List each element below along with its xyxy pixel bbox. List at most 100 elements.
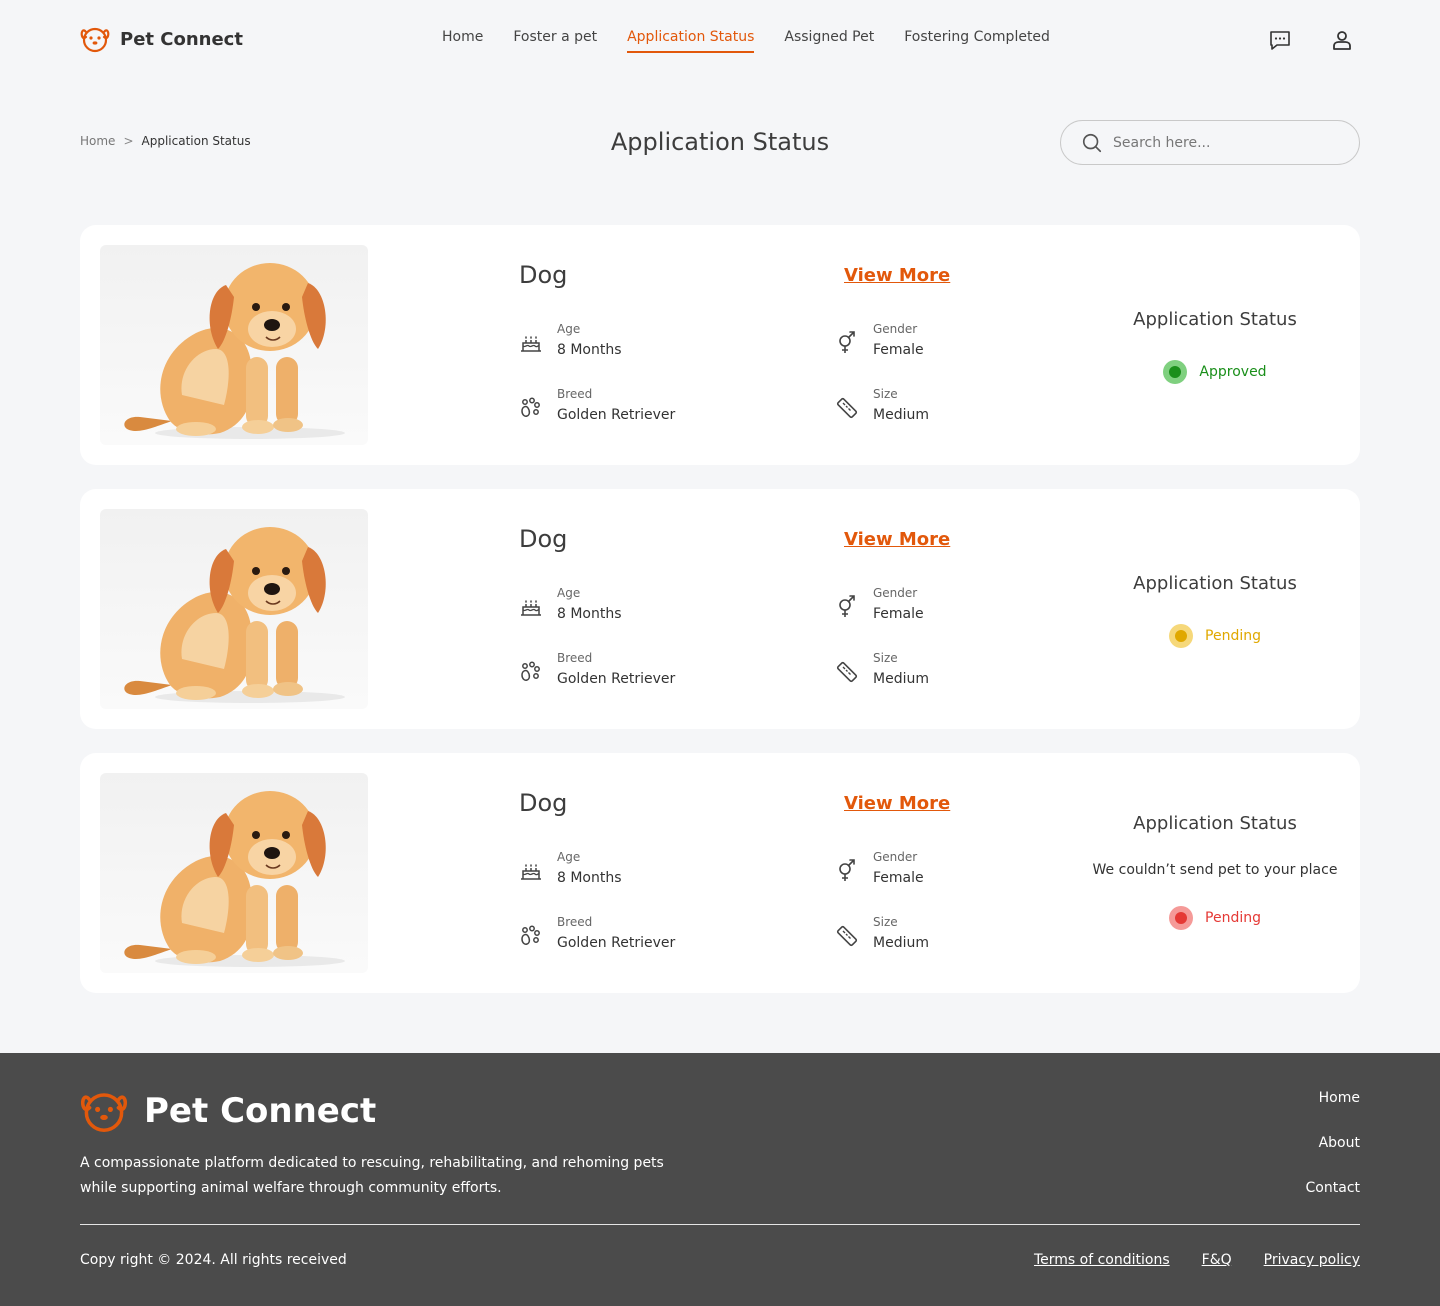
puppy-image [124, 263, 345, 439]
status-badge: Pending [1169, 906, 1261, 930]
footer-link-contact[interactable]: Contact [1306, 1179, 1360, 1197]
size-attribute: Size Medium [835, 914, 929, 956]
gender-icon [839, 331, 855, 353]
breadcrumb-home[interactable]: Home [80, 134, 115, 148]
size-label: Size [873, 651, 898, 665]
gender-value: Female [873, 870, 924, 886]
breed-label: Breed [557, 651, 593, 665]
status-section: Application Status Pending [1080, 573, 1350, 648]
paw-icon [521, 925, 540, 945]
privacy-link[interactable]: Privacy policy [1264, 1252, 1360, 1268]
paw-icon [521, 661, 540, 681]
header: Pet Connect Home Foster a pet Applicatio… [0, 0, 1440, 80]
status-dot-icon [1169, 906, 1194, 930]
puppy-image [124, 527, 345, 703]
nav-foster-a-pet[interactable]: Foster a pet [513, 29, 597, 53]
gender-attribute: Gender Female [835, 585, 924, 627]
age-attribute: Age 8 Months [519, 585, 622, 627]
gender-icon [839, 859, 855, 881]
breed-label: Breed [557, 915, 593, 929]
gender-icon [839, 595, 855, 617]
breadcrumb-current: Application Status [141, 134, 251, 148]
breadcrumb: Home > Application Status [80, 134, 251, 148]
size-attribute: Size Medium [835, 650, 929, 692]
nav-assigned-pet[interactable]: Assigned Pet [784, 29, 874, 53]
pet-photo [100, 773, 368, 973]
size-label: Size [873, 915, 898, 929]
status-badge: Approved [1163, 360, 1267, 384]
terms-link[interactable]: Terms of conditions [1034, 1252, 1170, 1268]
search-input[interactable] [1113, 134, 1333, 151]
pet-name: Dog [519, 789, 568, 817]
breed-value: Golden Retriever [557, 407, 676, 423]
status-text: Pending [1205, 628, 1261, 644]
status-text: Approved [1199, 364, 1267, 380]
footer-logo[interactable]: Pet Connect [80, 1087, 376, 1135]
status-dot-icon [1169, 624, 1194, 648]
page-title: Application Status [610, 128, 830, 156]
footer-description: A compassionate platform dedicated to re… [80, 1155, 664, 1196]
gender-attribute: Gender Female [835, 321, 924, 363]
breed-value: Golden Retriever [557, 671, 676, 687]
age-label: Age [557, 586, 581, 600]
user-icon[interactable] [1330, 28, 1354, 52]
pet-photo [100, 509, 368, 709]
pet-name: Dog [519, 261, 568, 289]
age-label: Age [557, 322, 581, 336]
gender-label: Gender [873, 850, 918, 864]
chat-icon[interactable] [1268, 28, 1292, 52]
view-more-link[interactable]: View More [844, 793, 950, 814]
breed-attribute: Breed Golden Retriever [519, 650, 675, 692]
age-value: 8 Months [557, 870, 622, 886]
search-icon [1082, 133, 1102, 152]
nav-fostering-completed[interactable]: Fostering Completed [904, 29, 1050, 53]
status-section: Application Status Approved [1080, 309, 1350, 384]
main-nav: Home Foster a pet Application Status Ass… [442, 29, 1050, 53]
legal-links: Terms of conditions F&Q Privacy policy [1034, 1252, 1360, 1268]
status-text: Pending [1205, 910, 1261, 926]
birthday-cake-icon [521, 336, 541, 352]
gender-label: Gender [873, 586, 918, 600]
logo-text: Pet Connect [120, 28, 243, 50]
footer-logo-text: Pet Connect [144, 1091, 377, 1131]
logo[interactable]: Pet Connect [80, 24, 243, 54]
copyright: Copy right © 2024. All rights received [80, 1252, 347, 1268]
size-value: Medium [873, 671, 929, 687]
dog-logo-icon [81, 1093, 127, 1132]
faq-link[interactable]: F&Q [1202, 1252, 1232, 1268]
age-attribute: Age 8 Months [519, 849, 622, 891]
status-title: Application Status [1133, 573, 1297, 594]
pet-photo [100, 245, 368, 445]
age-attribute: Age 8 Months [519, 321, 622, 363]
birthday-cake-icon [521, 864, 541, 880]
status-title: Application Status [1133, 813, 1297, 834]
ruler-icon [836, 397, 858, 419]
status-title: Application Status [1133, 309, 1297, 330]
application-card-1: Dog View More Age 8 Months Breed Golden … [80, 225, 1360, 465]
breed-attribute: Breed Golden Retriever [519, 914, 675, 956]
footer-link-home[interactable]: Home [1306, 1089, 1360, 1107]
view-more-link[interactable]: View More [844, 265, 950, 286]
nav-application-status[interactable]: Application Status [627, 29, 755, 53]
status-dot-icon [1163, 360, 1188, 384]
view-more-link[interactable]: View More [844, 529, 950, 550]
gender-attribute: Gender Female [835, 849, 924, 891]
search-box [1060, 120, 1360, 165]
age-value: 8 Months [557, 342, 622, 358]
size-attribute: Size Medium [835, 386, 929, 428]
status-message: We couldn’t send pet to your place [1092, 862, 1338, 878]
breed-attribute: Breed Golden Retriever [519, 386, 675, 428]
nav-home[interactable]: Home [442, 29, 483, 53]
pet-name: Dog [519, 525, 568, 553]
dog-logo-icon [80, 27, 110, 53]
footer-link-about[interactable]: About [1306, 1134, 1360, 1152]
paw-icon [521, 397, 540, 417]
gender-label: Gender [873, 322, 918, 336]
status-section: Application Status We couldn’t send pet … [1080, 813, 1350, 930]
size-label: Size [873, 387, 898, 401]
birthday-cake-icon [521, 600, 541, 616]
breed-value: Golden Retriever [557, 935, 676, 951]
chevron-right-icon: > [123, 134, 134, 148]
application-card-2: Dog View More Age 8 Months Breed Golden … [80, 489, 1360, 729]
footer-nav: Home About Contact [1306, 1089, 1360, 1224]
